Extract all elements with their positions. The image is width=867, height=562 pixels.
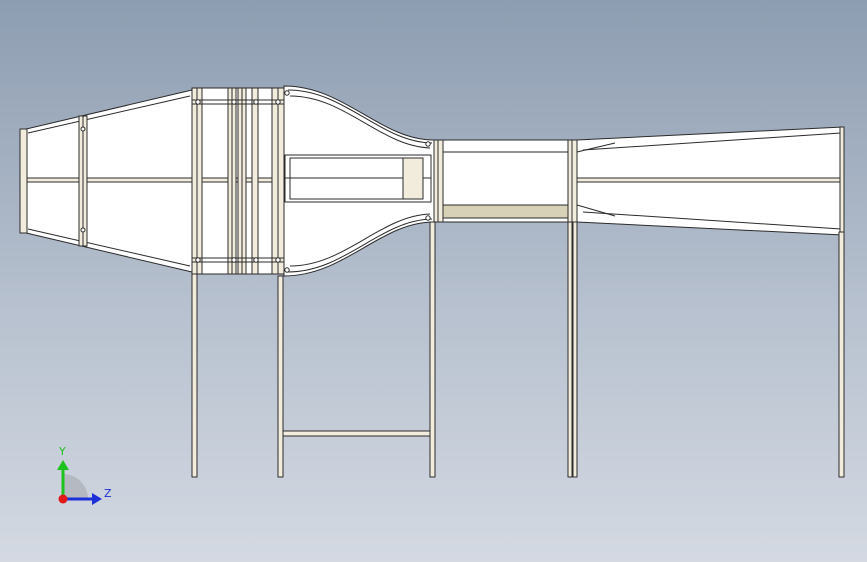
diffuser — [576, 126, 845, 236]
test-section — [433, 139, 578, 223]
z-axis-arrowhead — [92, 493, 102, 505]
x-axis-indicator — [58, 494, 68, 504]
inlet-cone — [19, 89, 193, 273]
orientation-triad: Y Z — [57, 445, 112, 505]
cad-viewport[interactable]: Y Z — [0, 0, 867, 562]
y-axis-label: Y — [58, 445, 66, 458]
triad-plane-indicator — [63, 474, 88, 499]
z-axis-label: Z — [104, 487, 112, 500]
wind-tunnel-model — [19, 85, 845, 478]
contraction-nozzle — [283, 85, 435, 277]
y-axis-arrowhead — [57, 460, 69, 470]
settling-chamber — [191, 87, 285, 275]
